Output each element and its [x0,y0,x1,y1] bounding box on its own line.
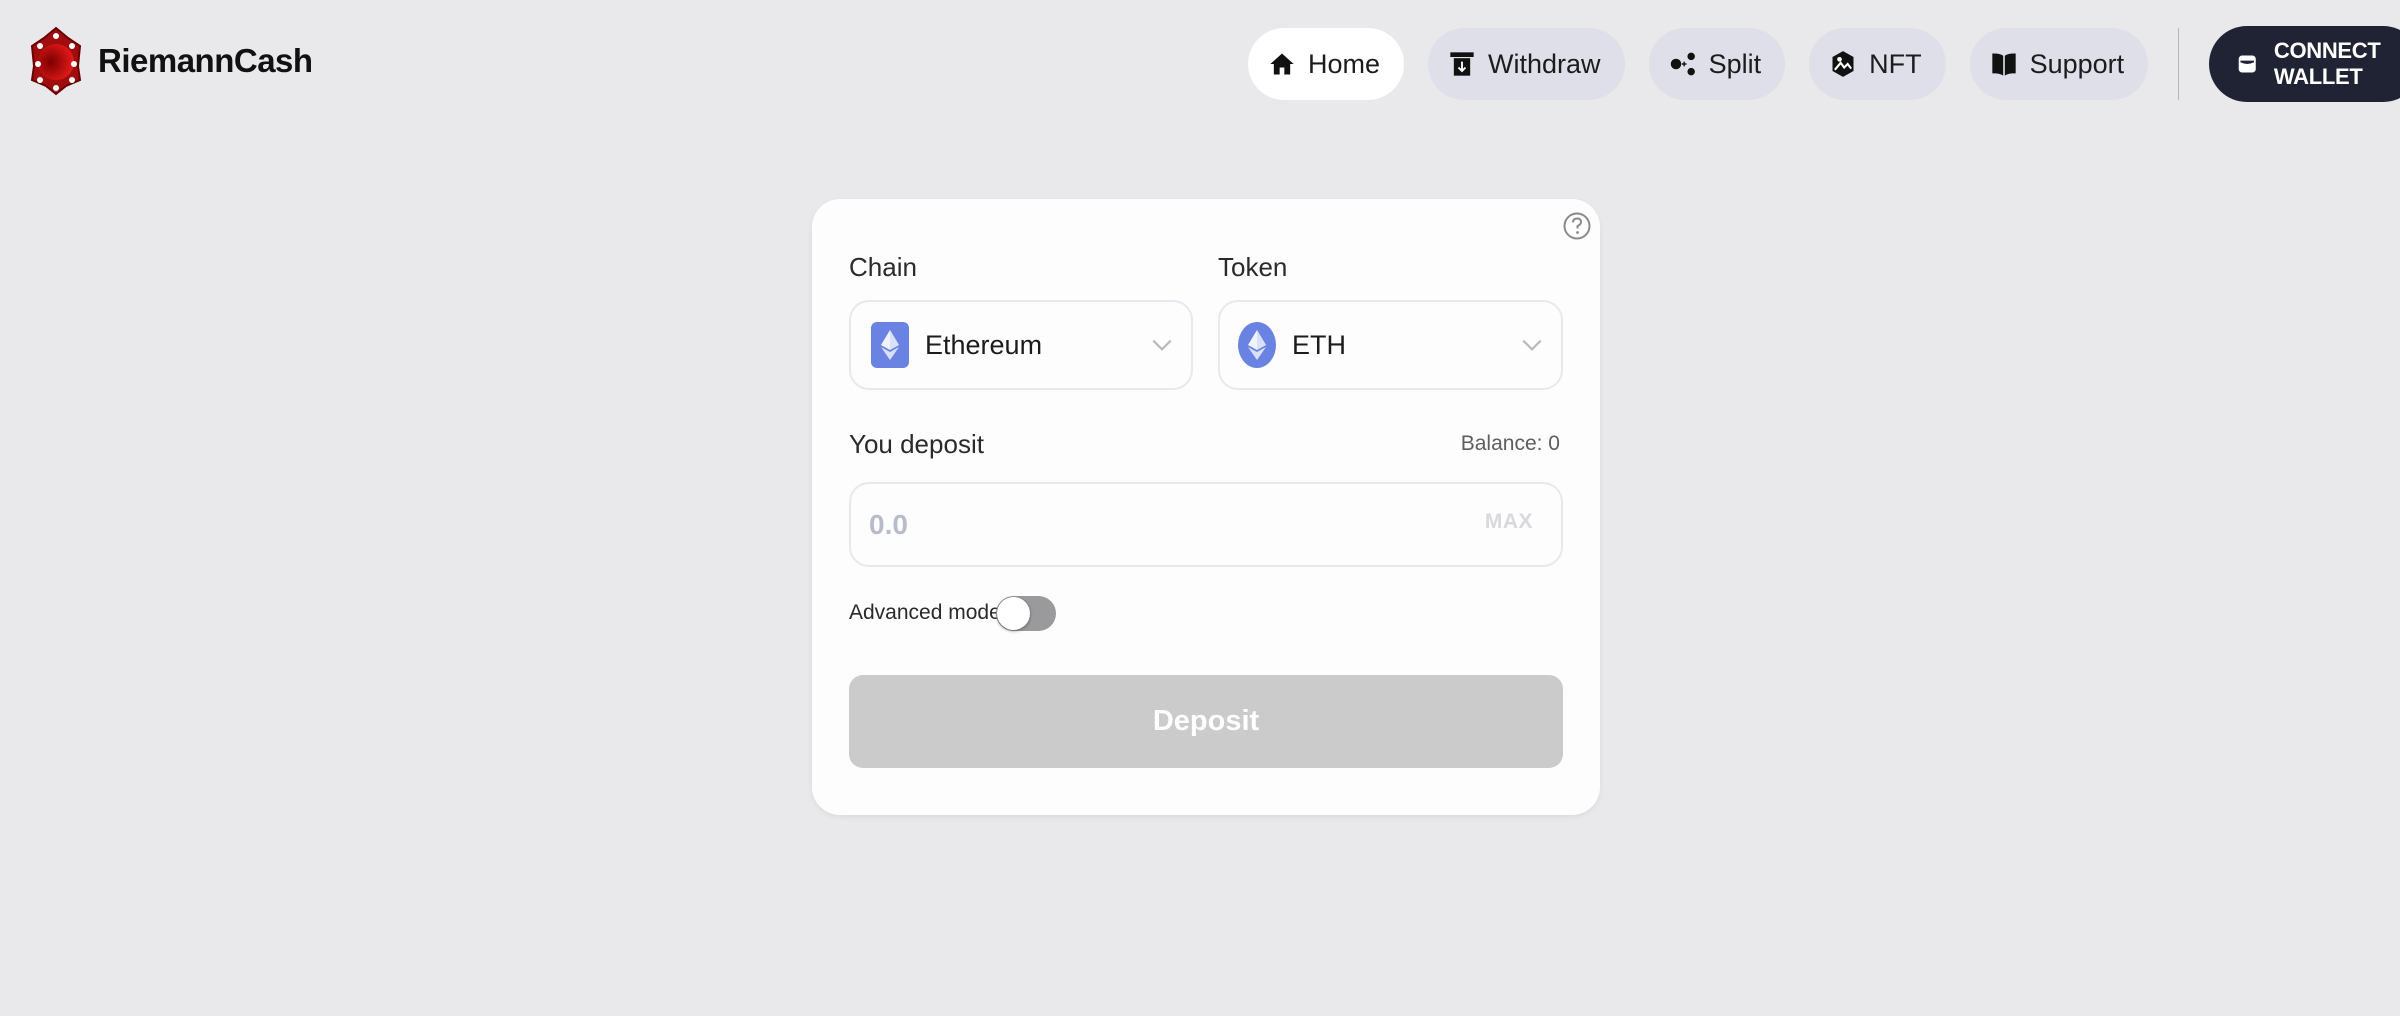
brand-logo[interactable]: RiemannCash [28,24,313,98]
deposit-amount-field: MAX [849,482,1563,567]
top-navigation-bar: RiemannCash Home Withdraw Split NFT Supp… [0,0,2400,124]
max-button[interactable]: MAX [1485,510,1533,534]
advanced-mode-label: Advanced mode [849,601,1001,624]
token-selected-value: ETH [1292,329,1346,360]
advanced-mode-toggle[interactable] [996,596,1056,631]
question-circle-icon[interactable] [1562,211,1592,241]
connect-wallet-button[interactable]: CONNECT WALLET [2209,26,2400,102]
toggle-knob [997,597,1030,630]
nav-withdraw-label: Withdraw [1488,48,1601,79]
home-icon [1270,53,1294,75]
ethereum-chain-icon [871,322,909,368]
main-nav: Home Withdraw Split NFT Support CONNECT … [1248,26,2400,102]
token-label: Token [1218,252,1288,282]
nav-support-label: Support [2029,48,2125,79]
book-icon [1991,53,2016,76]
nft-icon [1832,51,1854,77]
chain-selected-value: Ethereum [925,329,1043,360]
token-select[interactable]: ETH [1218,300,1563,390]
nav-nft-label: NFT [1869,48,1922,79]
chain-label: Chain [849,252,917,282]
nav-nft[interactable]: NFT [1809,28,1946,100]
nav-support[interactable]: Support [1969,28,2149,100]
split-icon [1670,52,1695,76]
chevron-down-icon [1522,339,1542,351]
nav-home[interactable]: Home [1248,28,1405,100]
deposit-amount-input[interactable] [869,502,1429,548]
chevron-down-icon [1152,339,1172,351]
deposit-card: Chain Ethereum Token ETH You deposit Bal… [812,199,1600,815]
eth-token-icon [1238,322,1276,368]
connect-wallet-label: CONNECT WALLET [2273,38,2381,89]
balance-text: Balance: 0 [1460,432,1560,455]
riemann-logo-icon [30,26,82,96]
nav-split-label: Split [1708,48,1762,79]
nav-split[interactable]: Split [1648,28,1786,100]
nav-home-label: Home [1308,48,1381,79]
deposit-amount-label: You deposit [849,429,984,459]
deposit-button[interactable]: Deposit [849,675,1563,768]
wallet-icon [2239,55,2257,73]
nav-divider [2178,28,2180,100]
brand-name: RiemannCash [98,42,313,79]
withdraw-icon [1450,52,1474,76]
nav-withdraw[interactable]: Withdraw [1428,28,1625,100]
chain-select[interactable]: Ethereum [849,300,1193,390]
